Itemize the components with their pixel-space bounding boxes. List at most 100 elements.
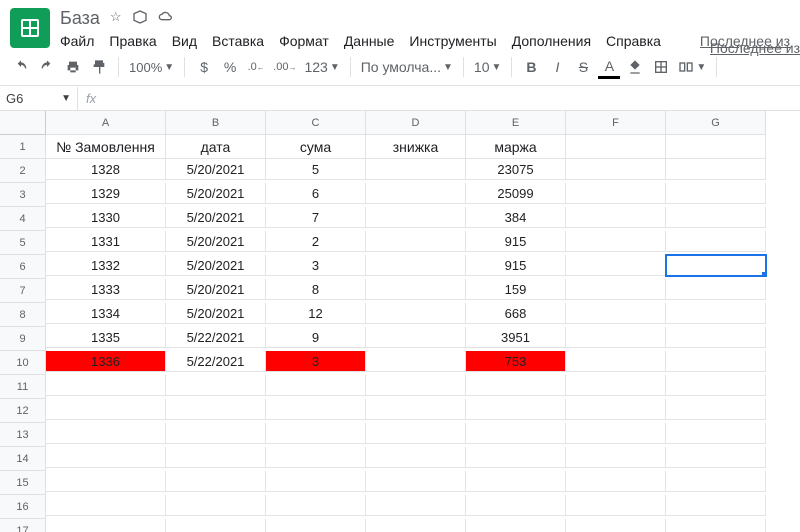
- menu-file[interactable]: Файл: [60, 33, 94, 49]
- cell-C7[interactable]: 8: [266, 279, 366, 300]
- cell-C1[interactable]: сума: [266, 135, 366, 159]
- cell-C16[interactable]: [266, 495, 366, 516]
- cell-A8[interactable]: 1334: [46, 303, 166, 324]
- cell-C5[interactable]: 2: [266, 231, 366, 252]
- cell-A16[interactable]: [46, 495, 166, 516]
- cloud-icon[interactable]: [158, 9, 174, 28]
- cell-G5[interactable]: [666, 231, 766, 252]
- cell-C11[interactable]: [266, 375, 366, 396]
- sheets-logo[interactable]: [10, 8, 50, 48]
- paint-format-button[interactable]: [88, 55, 110, 79]
- cell-F16[interactable]: [566, 495, 666, 516]
- move-icon[interactable]: [132, 9, 148, 28]
- cell-D3[interactable]: [366, 183, 466, 204]
- numfmt-button[interactable]: 123▼: [302, 55, 341, 79]
- cell-B13[interactable]: [166, 423, 266, 444]
- cell-A12[interactable]: [46, 399, 166, 420]
- cell-E16[interactable]: [466, 495, 566, 516]
- row-header-2[interactable]: 2: [0, 159, 46, 183]
- cell-C14[interactable]: [266, 447, 366, 468]
- cell-G8[interactable]: [666, 303, 766, 324]
- cell-F1[interactable]: [566, 135, 666, 159]
- cell-F9[interactable]: [566, 327, 666, 348]
- cell-C3[interactable]: 6: [266, 183, 366, 204]
- cell-A1[interactable]: № Замовлення: [46, 135, 166, 159]
- row-header-16[interactable]: 16: [0, 495, 46, 519]
- cell-A14[interactable]: [46, 447, 166, 468]
- cell-E9[interactable]: 3951: [466, 327, 566, 348]
- cell-C8[interactable]: 12: [266, 303, 366, 324]
- row-header-11[interactable]: 11: [0, 375, 46, 399]
- menu-help[interactable]: Справка: [606, 33, 661, 49]
- cell-B7[interactable]: 5/20/2021: [166, 279, 266, 300]
- dec-decrease-button[interactable]: .0←: [245, 55, 267, 79]
- cell-D11[interactable]: [366, 375, 466, 396]
- cell-C2[interactable]: 5: [266, 159, 366, 180]
- cell-E7[interactable]: 159: [466, 279, 566, 300]
- cell-C15[interactable]: [266, 471, 366, 492]
- cell-C10[interactable]: 3: [266, 351, 366, 372]
- cell-D7[interactable]: [366, 279, 466, 300]
- cell-E4[interactable]: 384: [466, 207, 566, 228]
- cell-A5[interactable]: 1331: [46, 231, 166, 252]
- row-header-10[interactable]: 10: [0, 351, 46, 375]
- cell-D13[interactable]: [366, 423, 466, 444]
- formula-bar[interactable]: [104, 86, 800, 110]
- cell-F10[interactable]: [566, 351, 666, 372]
- cell-A15[interactable]: [46, 471, 166, 492]
- last-edit-link[interactable]: Последнее из: [710, 40, 800, 56]
- cell-B16[interactable]: [166, 495, 266, 516]
- zoom-select[interactable]: 100%▼: [127, 55, 176, 79]
- cell-A17[interactable]: [46, 519, 166, 532]
- cell-F3[interactable]: [566, 183, 666, 204]
- cell-D1[interactable]: знижка: [366, 135, 466, 159]
- percent-button[interactable]: %: [219, 55, 241, 79]
- cell-B4[interactable]: 5/20/2021: [166, 207, 266, 228]
- cell-E6[interactable]: 915: [466, 255, 566, 276]
- cell-F8[interactable]: [566, 303, 666, 324]
- text-color-button[interactable]: A: [598, 55, 620, 79]
- star-icon[interactable]: ☆: [110, 9, 122, 28]
- cell-G7[interactable]: [666, 279, 766, 300]
- cell-G16[interactable]: [666, 495, 766, 516]
- cell-G10[interactable]: [666, 351, 766, 372]
- col-header-G[interactable]: G: [666, 111, 766, 135]
- cell-E5[interactable]: 915: [466, 231, 566, 252]
- cell-C17[interactable]: [266, 519, 366, 532]
- cell-C12[interactable]: [266, 399, 366, 420]
- cell-G14[interactable]: [666, 447, 766, 468]
- cell-B8[interactable]: 5/20/2021: [166, 303, 266, 324]
- row-header-6[interactable]: 6: [0, 255, 46, 279]
- cell-A9[interactable]: 1335: [46, 327, 166, 348]
- cell-B5[interactable]: 5/20/2021: [166, 231, 266, 252]
- name-box[interactable]: G6▼: [0, 87, 78, 110]
- cell-A2[interactable]: 1328: [46, 159, 166, 180]
- cell-F17[interactable]: [566, 519, 666, 532]
- font-select[interactable]: По умолча...▼: [359, 55, 455, 79]
- currency-button[interactable]: $: [193, 55, 215, 79]
- col-header-B[interactable]: B: [166, 111, 266, 135]
- cell-F12[interactable]: [566, 399, 666, 420]
- cell-G17[interactable]: [666, 519, 766, 532]
- cell-D14[interactable]: [366, 447, 466, 468]
- cell-B15[interactable]: [166, 471, 266, 492]
- borders-button[interactable]: [650, 55, 672, 79]
- cell-A10[interactable]: 1336: [46, 351, 166, 372]
- row-header-12[interactable]: 12: [0, 399, 46, 423]
- cell-E1[interactable]: маржа: [466, 135, 566, 159]
- cell-E13[interactable]: [466, 423, 566, 444]
- col-header-C[interactable]: C: [266, 111, 366, 135]
- cell-C4[interactable]: 7: [266, 207, 366, 228]
- cell-F13[interactable]: [566, 423, 666, 444]
- cell-F5[interactable]: [566, 231, 666, 252]
- col-header-E[interactable]: E: [466, 111, 566, 135]
- cell-E3[interactable]: 25099: [466, 183, 566, 204]
- cell-B12[interactable]: [166, 399, 266, 420]
- redo-button[interactable]: [36, 55, 58, 79]
- cell-D6[interactable]: [366, 255, 466, 276]
- row-header-1[interactable]: 1: [0, 135, 46, 159]
- menu-tools[interactable]: Инструменты: [409, 33, 496, 49]
- cell-G6[interactable]: [666, 255, 766, 276]
- cell-B10[interactable]: 5/22/2021: [166, 351, 266, 372]
- cell-G3[interactable]: [666, 183, 766, 204]
